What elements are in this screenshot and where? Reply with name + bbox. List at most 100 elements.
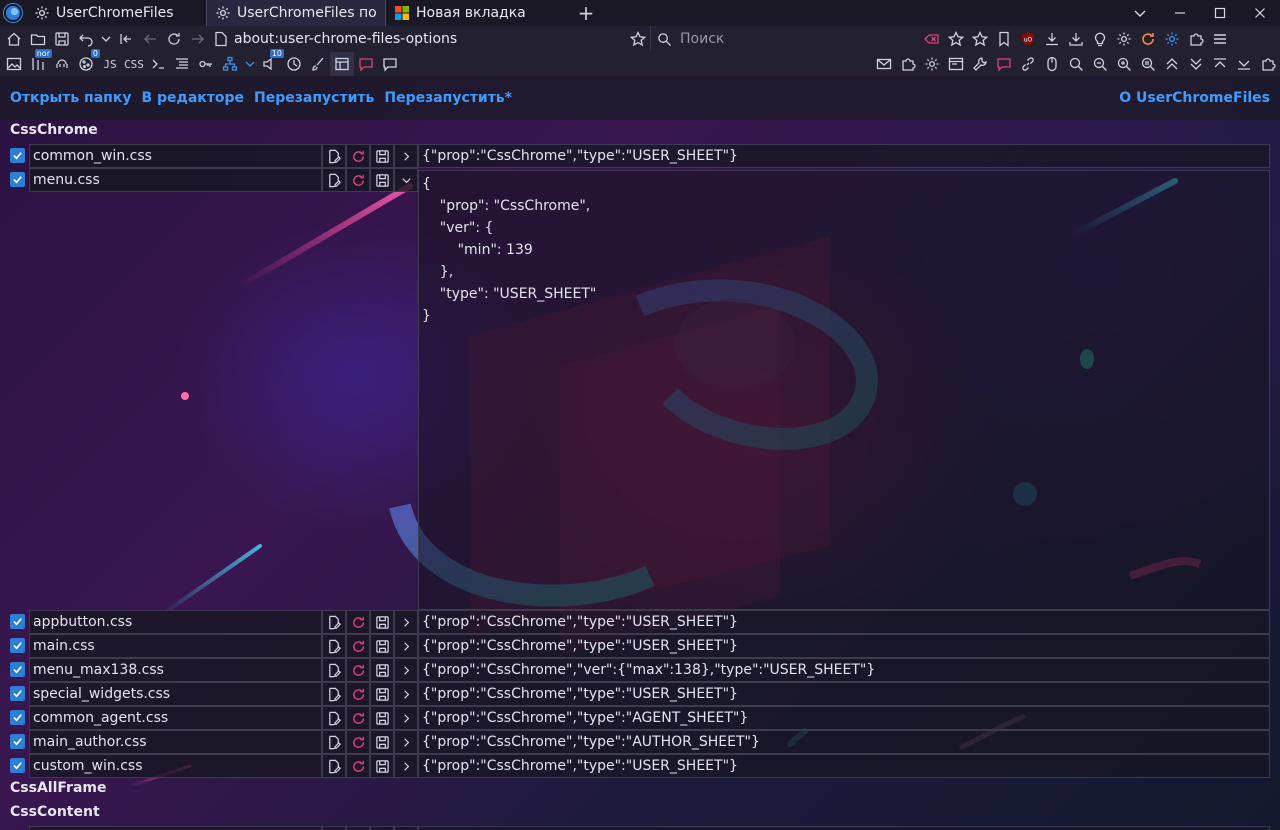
home-icon[interactable] xyxy=(2,27,26,51)
restart-link[interactable]: Перезапустить xyxy=(254,90,374,106)
expand-toggle-button[interactable] xyxy=(394,168,418,192)
json-config-field[interactable]: {"prop":"CssChrome","type":"USER_SHEET"} xyxy=(418,682,1270,706)
scroll-bottom-icon[interactable] xyxy=(1232,52,1256,76)
save-file-button[interactable] xyxy=(370,682,394,706)
toolbar-puzzle-icon[interactable] xyxy=(1256,52,1280,76)
edit-file-button[interactable] xyxy=(322,754,346,778)
restart-clear-cache-link[interactable]: Перезапустить* xyxy=(384,90,512,106)
reload-file-button[interactable] xyxy=(346,682,370,706)
tab-userchromefiles[interactable]: UserChromeFiles xyxy=(26,0,206,26)
sitemap-icon[interactable] xyxy=(218,52,242,76)
reload-file-button[interactable] xyxy=(346,826,370,830)
brush-icon[interactable] xyxy=(306,52,330,76)
addon-puzzle-icon[interactable] xyxy=(896,52,920,76)
file-name-field[interactable]: custom_win.css xyxy=(29,754,322,778)
enable-checkbox[interactable] xyxy=(10,662,25,677)
key-icon[interactable] xyxy=(194,52,218,76)
forward-arrow-icon[interactable] xyxy=(186,27,210,51)
tab-userchromefiles-options[interactable]: UserChromeFiles подк xyxy=(206,0,386,26)
bookmarks-icon[interactable] xyxy=(992,27,1016,51)
ublock-icon[interactable]: uO xyxy=(1016,27,1040,51)
expand-toggle-button[interactable] xyxy=(394,658,418,682)
open-in-editor-link[interactable]: В редакторе xyxy=(141,90,244,106)
json-config-field[interactable]: {"prop":"CssChrome","type":"USER_SHEET"} xyxy=(418,610,1270,634)
mouse-icon[interactable] xyxy=(1040,52,1064,76)
file-name-field[interactable]: common_agent.css xyxy=(29,706,322,730)
file-name-field[interactable]: special_widgets.css xyxy=(29,682,322,706)
star-list-icon[interactable] xyxy=(944,27,968,51)
zoom-out-icon[interactable] xyxy=(1088,52,1112,76)
back-arrow-icon[interactable] xyxy=(138,27,162,51)
terminal-icon[interactable] xyxy=(146,52,170,76)
edit-file-button[interactable] xyxy=(322,144,346,168)
comment-icon[interactable] xyxy=(378,52,402,76)
downloads-icon[interactable] xyxy=(1064,27,1088,51)
chevron-down-icon[interactable] xyxy=(242,52,258,76)
userchromefiles-gear-icon[interactable] xyxy=(1160,27,1184,51)
expand-toggle-button[interactable] xyxy=(394,730,418,754)
edit-file-button[interactable] xyxy=(322,634,346,658)
edit-file-button[interactable] xyxy=(322,658,346,682)
enable-checkbox[interactable] xyxy=(10,614,25,629)
url-text[interactable]: about:user-chrome-files-options xyxy=(234,31,624,47)
chat-bubble-icon[interactable] xyxy=(354,52,378,76)
folder-icon[interactable] xyxy=(26,27,50,51)
url-bar[interactable]: about:user-chrome-files-options xyxy=(210,27,650,51)
tab-new-tab[interactable]: Новая вкладка xyxy=(386,0,566,26)
file-name-field[interactable]: menu.css xyxy=(29,168,322,192)
json-editor[interactable]: { "prop": "CssChrome", "ver": { "min": 1… xyxy=(418,170,1270,610)
enable-checkbox[interactable] xyxy=(10,638,25,653)
save-file-button[interactable] xyxy=(370,754,394,778)
magnifier-icon[interactable] xyxy=(1064,52,1088,76)
reload-file-button[interactable] xyxy=(346,706,370,730)
json-config-field[interactable]: {"prop":"CssChrome","type":"USER_SHEET"} xyxy=(418,144,1270,168)
mail-icon[interactable] xyxy=(872,52,896,76)
lightbulb-icon[interactable] xyxy=(1088,27,1112,51)
browser-window-icon[interactable] xyxy=(944,52,968,76)
expand-toggle-button[interactable] xyxy=(394,144,418,168)
json-config-field[interactable]: {"prop":"CssChrome","type":"AGENT_SHEET"… xyxy=(418,706,1270,730)
cookie-icon[interactable]: 0 xyxy=(74,49,100,76)
save-file-button[interactable] xyxy=(370,706,394,730)
search-placeholder[interactable]: Поиск xyxy=(680,31,724,47)
css-toggle-icon[interactable]: CSS xyxy=(122,52,146,76)
reload-file-button[interactable] xyxy=(346,610,370,634)
wrench-icon[interactable] xyxy=(968,52,992,76)
save-file-button[interactable] xyxy=(370,610,394,634)
settings-gear-icon[interactable] xyxy=(1112,27,1136,51)
clear-history-icon[interactable] xyxy=(920,27,944,51)
enable-checkbox[interactable] xyxy=(10,710,25,725)
expand-toggle-button[interactable] xyxy=(394,826,418,830)
clock-icon[interactable] xyxy=(282,52,306,76)
save-icon[interactable] xyxy=(50,27,74,51)
reload-file-button[interactable] xyxy=(346,658,370,682)
close-window-button[interactable] xyxy=(1240,0,1280,26)
json-config-field[interactable]: {"prop":"CssChrome","type":"AUTHOR_SHEET… xyxy=(418,730,1270,754)
file-name-field[interactable]: main_author.css xyxy=(29,730,322,754)
edit-file-button[interactable] xyxy=(322,682,346,706)
chevron-down-icon[interactable] xyxy=(98,27,114,51)
reload-file-button[interactable] xyxy=(346,168,370,192)
expand-toggle-button[interactable] xyxy=(394,754,418,778)
scroll-top-icon[interactable] xyxy=(1208,52,1232,76)
maximize-button[interactable] xyxy=(1200,0,1240,26)
json-config-field[interactable]: {"prop":"CssChrome","ver":{"max":138},"t… xyxy=(418,658,1270,682)
scroll-up-icon[interactable] xyxy=(1160,52,1184,76)
chat-bubble-icon[interactable] xyxy=(992,52,1016,76)
json-config-field[interactable] xyxy=(418,826,1270,830)
preferences-gear-icon[interactable] xyxy=(920,52,944,76)
zoom-in-icon[interactable] xyxy=(1112,52,1136,76)
json-config-field[interactable]: {"prop":"CssChrome","type":"USER_SHEET"} xyxy=(418,754,1270,778)
file-name-field[interactable] xyxy=(29,826,322,830)
window-layout-icon[interactable] xyxy=(330,52,354,76)
list-all-tabs-chevron-icon[interactable] xyxy=(1120,0,1160,26)
js-toggle-icon[interactable]: JS xyxy=(98,52,122,76)
save-file-button[interactable] xyxy=(370,826,394,830)
enable-checkbox[interactable] xyxy=(10,172,25,187)
json-config-field[interactable]: {"prop":"CssChrome","type":"USER_SHEET"} xyxy=(418,634,1270,658)
reload-icon[interactable] xyxy=(162,27,186,51)
reload-file-button[interactable] xyxy=(346,730,370,754)
save-file-button[interactable] xyxy=(370,658,394,682)
file-name-field[interactable]: menu_max138.css xyxy=(29,658,322,682)
file-name-field[interactable]: main.css xyxy=(29,634,322,658)
